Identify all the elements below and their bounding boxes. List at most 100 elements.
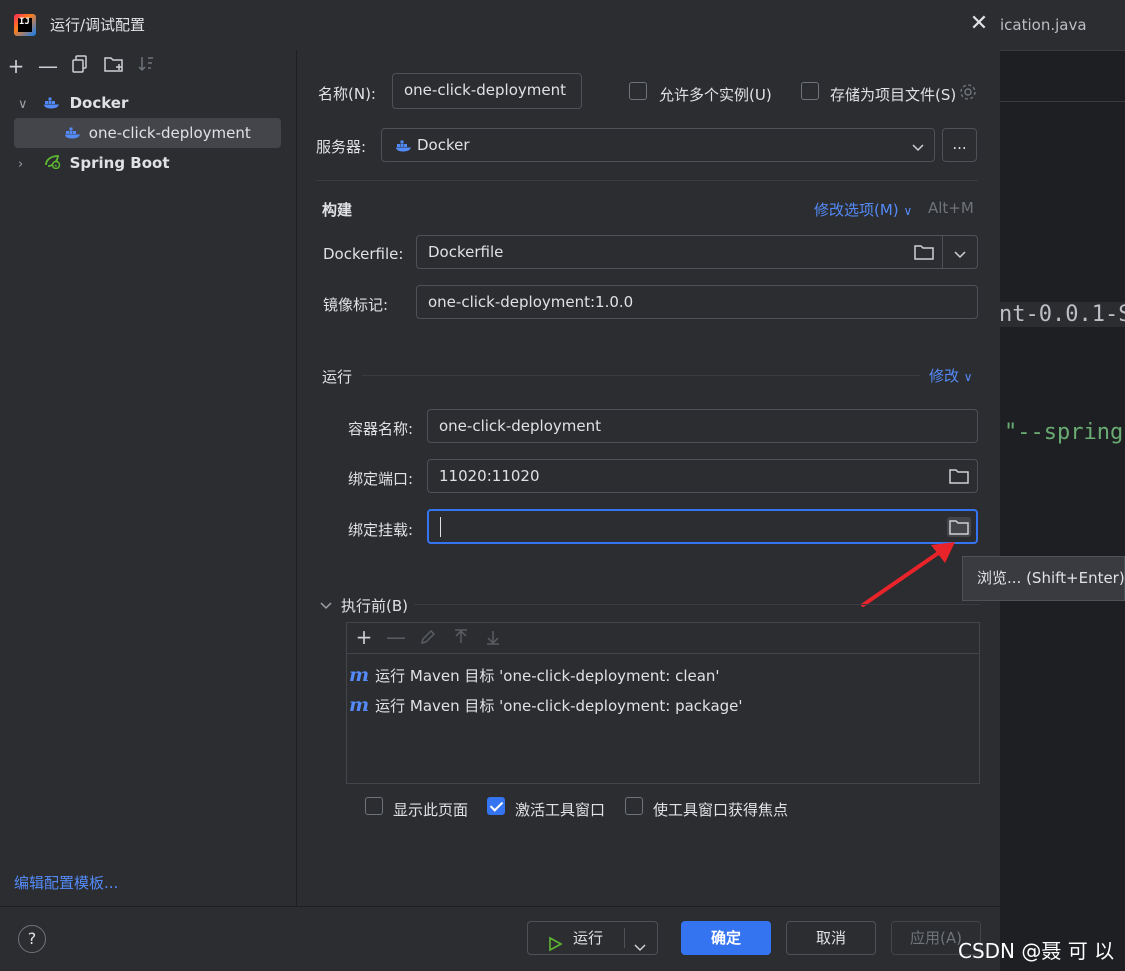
modify-options-shortcut: Alt+M bbox=[928, 199, 974, 217]
code-text: "--spring bbox=[1004, 420, 1124, 445]
build-section-title: 构建 bbox=[322, 201, 353, 219]
task-toolbar bbox=[347, 623, 979, 654]
chevron-down-icon: ∨ bbox=[903, 204, 913, 218]
bind-ports-value: 11020:11020 bbox=[439, 467, 540, 485]
cancel-button[interactable]: 取消 bbox=[786, 921, 876, 955]
folder-icon[interactable] bbox=[947, 517, 971, 537]
folder-icon[interactable] bbox=[914, 244, 934, 264]
edit-icon[interactable] bbox=[420, 629, 436, 649]
name-field[interactable]: one-click-deployment bbox=[392, 73, 582, 109]
allow-multiple-label: 允许多个实例(U) bbox=[659, 86, 772, 104]
server-value: Docker bbox=[417, 136, 470, 154]
chevron-down-icon: ∨ bbox=[963, 370, 973, 384]
container-name-label: 容器名称: bbox=[348, 420, 414, 438]
move-up-icon[interactable] bbox=[453, 629, 469, 649]
name-value: one-click-deployment bbox=[404, 81, 566, 99]
server-more-button[interactable]: ... bbox=[942, 128, 977, 162]
store-as-file-checkbox[interactable] bbox=[801, 82, 819, 100]
code-line: nt-0.0.1-S bbox=[995, 302, 1125, 327]
focus-tool-window-checkbox[interactable] bbox=[625, 797, 643, 815]
remove-icon[interactable]: — bbox=[36, 54, 60, 78]
store-as-file-label: 存储为项目文件(S) bbox=[830, 86, 957, 104]
move-down-icon[interactable] bbox=[485, 629, 501, 649]
show-page-checkbox[interactable] bbox=[365, 797, 383, 815]
chevron-right-icon: › bbox=[18, 157, 24, 172]
close-icon[interactable]: ✕ bbox=[968, 13, 990, 35]
add-icon[interactable]: + bbox=[352, 625, 376, 649]
dockerfile-value: Dockerfile bbox=[428, 243, 504, 261]
chevron-down-icon[interactable] bbox=[320, 597, 332, 615]
tree-item-label: Docker bbox=[69, 94, 129, 112]
bind-ports-field[interactable]: 11020:11020 bbox=[427, 459, 978, 493]
editor-breadcrumb-bar bbox=[1000, 51, 1125, 102]
activate-tool-window-checkbox[interactable] bbox=[487, 797, 505, 815]
code-text: nt-0.0.1-S bbox=[999, 302, 1125, 327]
maven-icon: m bbox=[349, 694, 370, 716]
copy-icon[interactable] bbox=[68, 54, 92, 78]
docker-icon bbox=[395, 138, 413, 156]
container-name-field[interactable]: one-click-deployment bbox=[427, 409, 978, 443]
tree-item-docker[interactable]: ∨ Docker bbox=[18, 88, 128, 118]
before-launch-title[interactable]: 执行前(B) bbox=[341, 595, 408, 616]
bind-mounts-label: 绑定挂载: bbox=[348, 521, 414, 539]
divider bbox=[362, 375, 920, 376]
allow-multiple-checkbox[interactable] bbox=[629, 82, 647, 100]
ok-button[interactable]: 确定 bbox=[681, 921, 771, 955]
editor-tab-label: ication.java bbox=[1000, 16, 1087, 34]
image-tag-field[interactable]: one-click-deployment:1.0.0 bbox=[416, 285, 978, 319]
dockerfile-label: Dockerfile: bbox=[323, 245, 404, 263]
folder-icon[interactable] bbox=[949, 468, 969, 488]
watermark: CSDN @聂 可 以 bbox=[958, 939, 1115, 963]
browse-tooltip: 浏览... (Shift+Enter) bbox=[962, 556, 1125, 601]
run-modify-label: 修改 bbox=[929, 367, 960, 385]
chevron-down-icon[interactable] bbox=[634, 932, 646, 964]
edit-config-templates-link[interactable]: 编辑配置模板... bbox=[14, 872, 118, 893]
dockerfile-field[interactable]: Dockerfile bbox=[416, 235, 978, 269]
annotation-arrow bbox=[861, 542, 955, 607]
activate-tool-window-label: 激活工具窗口 bbox=[515, 801, 606, 819]
sort-icon[interactable] bbox=[134, 54, 158, 78]
run-split-button[interactable]: 运行 bbox=[527, 921, 658, 955]
container-name-value: one-click-deployment bbox=[439, 417, 601, 435]
play-icon bbox=[547, 931, 563, 963]
docker-icon bbox=[64, 119, 82, 149]
divider bbox=[942, 236, 943, 268]
task-label: 运行 Maven 目标 'one-click-deployment: clean… bbox=[375, 667, 720, 685]
code-line: "--spring bbox=[1004, 420, 1123, 445]
image-tag-value: one-click-deployment:1.0.0 bbox=[428, 293, 634, 311]
divider bbox=[624, 928, 625, 948]
bind-ports-label: 绑定端口: bbox=[348, 470, 414, 488]
maven-icon: m bbox=[349, 664, 370, 686]
tree-item-spring-boot[interactable]: › Spring Boot bbox=[18, 148, 170, 178]
name-label: 名称(N): bbox=[318, 85, 376, 103]
new-folder-icon[interactable] bbox=[102, 54, 126, 78]
modify-options-link[interactable]: 修改选项(M) ∨ bbox=[814, 199, 912, 220]
tree-item-one-click-deployment[interactable]: one-click-deployment bbox=[64, 118, 251, 148]
intellij-idea-icon: IJ bbox=[14, 14, 36, 36]
chevron-down-icon[interactable] bbox=[954, 246, 966, 264]
divider bbox=[316, 180, 978, 181]
run-button-label: 运行 bbox=[573, 929, 604, 947]
help-button[interactable]: ? bbox=[18, 925, 46, 953]
gear-icon[interactable] bbox=[958, 82, 978, 106]
remove-icon[interactable]: — bbox=[384, 625, 408, 649]
task-item[interactable]: m 运行 Maven 目标 'one-click-deployment: pack… bbox=[349, 694, 743, 716]
server-select[interactable]: Docker bbox=[381, 128, 935, 162]
show-page-label: 显示此页面 bbox=[393, 801, 469, 819]
tree-item-label: one-click-deployment bbox=[88, 124, 251, 142]
task-item[interactable]: m 运行 Maven 目标 'one-click-deployment: clea… bbox=[349, 664, 720, 686]
docker-icon bbox=[43, 89, 61, 119]
run-modify-link[interactable]: 修改 ∨ bbox=[929, 365, 973, 386]
focus-tool-window-label: 使工具窗口获得焦点 bbox=[653, 801, 789, 819]
add-icon[interactable]: + bbox=[4, 54, 28, 78]
divider bbox=[414, 604, 980, 605]
spring-boot-icon bbox=[43, 149, 61, 179]
modify-options-label: 修改选项(M) bbox=[814, 201, 899, 219]
dialog-title: 运行/调试配置 bbox=[50, 16, 146, 34]
chevron-down-icon bbox=[912, 139, 924, 157]
editor-tab[interactable]: ication.java bbox=[1000, 0, 1125, 51]
task-label: 运行 Maven 目标 'one-click-deployment: packa… bbox=[375, 697, 743, 715]
image-tag-label: 镜像标记: bbox=[323, 296, 389, 314]
tree-item-label: Spring Boot bbox=[69, 154, 170, 172]
dialog-titlebar bbox=[0, 0, 1000, 50]
